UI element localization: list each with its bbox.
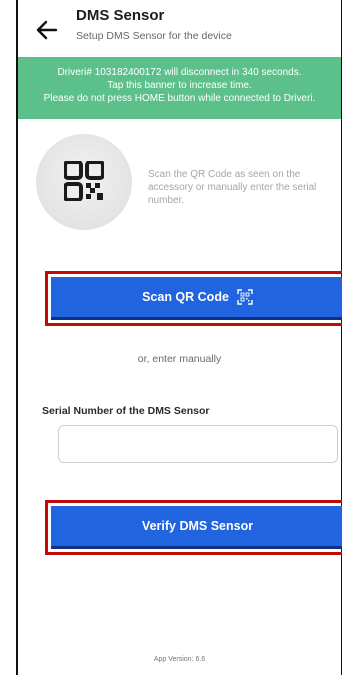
page-title: DMS Sensor — [76, 7, 165, 24]
qr-illustration — [36, 134, 132, 230]
app-version: App Version: 6.6 — [153, 656, 206, 663]
serial-number-input[interactable] — [58, 425, 338, 463]
verify-label: Verify DMS Sensor — [141, 519, 254, 533]
scan-instructions: Scan the QR Code as seen on the accessor… — [148, 169, 317, 206]
qr-scan-icon — [237, 289, 253, 305]
banner-line-2: Tap this banner to increase time. — [107, 80, 252, 91]
qr-code-icon — [64, 161, 104, 201]
serial-number-label: Serial Number of the DMS Sensor — [42, 405, 210, 417]
banner-line-3: Please do not press HOME button while co… — [43, 93, 316, 104]
scan-qr-button[interactable]: Scan QR Code — [51, 277, 342, 320]
app-screen: DMS Sensor Setup DMS Sensor for the devi… — [16, 0, 342, 675]
scan-button-highlight: Scan QR Code — [45, 271, 342, 326]
app-header: DMS Sensor Setup DMS Sensor for the devi… — [18, 0, 341, 57]
verify-dms-sensor-button[interactable]: Verify DMS Sensor — [51, 506, 342, 549]
back-arrow-icon[interactable] — [36, 20, 58, 40]
verify-button-highlight: Verify DMS Sensor — [45, 500, 342, 555]
disconnect-banner[interactable]: Driveri# 103182400172 will disconnect in… — [18, 57, 341, 119]
page-subtitle: Setup DMS Sensor for the device — [76, 30, 232, 42]
scan-qr-label: Scan QR Code — [142, 290, 229, 304]
or-enter-manually-text: or, enter manually — [137, 353, 222, 365]
banner-line-1: Driveri# 103182400172 will disconnect in… — [57, 67, 302, 78]
